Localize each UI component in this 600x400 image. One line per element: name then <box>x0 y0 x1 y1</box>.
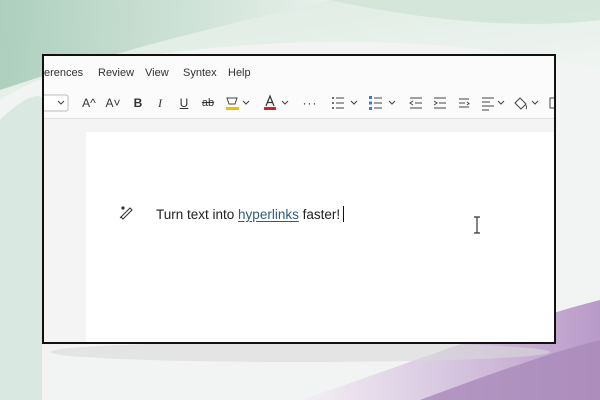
font-color-button[interactable] <box>262 94 290 112</box>
ibeam-cursor-icon <box>474 216 480 234</box>
decrease-indent-button[interactable] <box>408 94 424 112</box>
pen-icon[interactable] <box>118 204 134 220</box>
overflow-toolbar-icon[interactable] <box>547 94 554 112</box>
bullets-button[interactable] <box>330 94 360 112</box>
paint-bucket-icon <box>514 97 539 110</box>
hyperlink[interactable]: hyperlinks <box>238 207 299 222</box>
document-text-line[interactable]: Turn text into hyperlinks faster! <box>156 206 345 222</box>
numbered-list-icon <box>369 96 396 110</box>
italic-button[interactable]: I <box>152 94 168 112</box>
menu-review[interactable]: Review <box>98 67 134 79</box>
text-before-link: Turn text into <box>156 207 239 222</box>
menu-syntex[interactable]: Syntex <box>183 67 217 79</box>
font-size-dropdown[interactable] <box>44 94 70 112</box>
bold-button[interactable]: B <box>130 94 146 112</box>
document-page[interactable] <box>86 132 554 342</box>
highlighter-icon <box>226 97 250 110</box>
decrease-indent-icon <box>409 97 422 109</box>
shading-button[interactable] <box>512 94 542 112</box>
increase-indent-icon <box>433 97 446 109</box>
app-window: erences Review View Syntex Help A^ A˅ B … <box>42 54 556 344</box>
increase-indent-button[interactable] <box>432 94 448 112</box>
grow-font-button[interactable]: A^ <box>80 94 98 112</box>
menu-help[interactable]: Help <box>228 67 251 79</box>
menu-references[interactable]: erences <box>44 67 83 79</box>
text-cursor <box>343 206 345 222</box>
menu-bar: erences Review View Syntex Help <box>44 56 554 88</box>
shrink-font-button[interactable]: A˅ <box>104 94 122 112</box>
numbering-button[interactable] <box>368 94 398 112</box>
font-size-dropdown-box <box>44 94 69 112</box>
highlight-button[interactable] <box>224 94 250 112</box>
font-color-icon <box>264 94 289 110</box>
bullet-list-icon <box>332 97 358 109</box>
align-left-icon <box>482 97 505 111</box>
paragraph-style-icon <box>459 98 470 108</box>
more-options-button[interactable]: ··· <box>300 94 320 112</box>
formatting-toolbar: A^ A˅ B I U ab ··· <box>44 88 554 119</box>
text-after-link: faster! <box>298 207 341 222</box>
menu-view[interactable]: View <box>145 67 169 79</box>
strikethrough-button[interactable]: ab <box>199 94 217 112</box>
partial-icon <box>549 97 554 109</box>
underline-button[interactable]: U <box>176 94 192 112</box>
paragraph-style-button[interactable] <box>456 94 472 112</box>
align-button[interactable] <box>480 94 508 112</box>
